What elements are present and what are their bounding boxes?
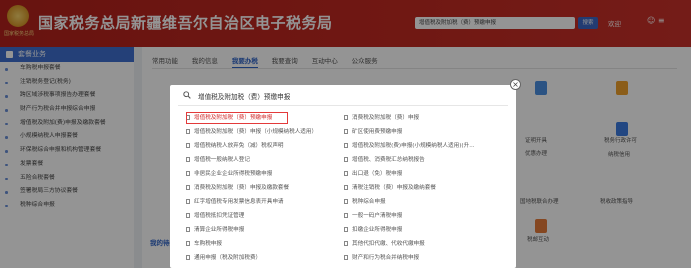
document-icon [344, 199, 348, 204]
document-icon [344, 143, 348, 148]
document-icon [344, 115, 348, 120]
result-item[interactable]: 矿区使用费预缴申报 [344, 127, 509, 138]
document-icon [344, 185, 348, 190]
result-item[interactable]: 红字增值税专用发票信息表开具申请 [186, 197, 284, 208]
result-item[interactable]: 出口退（免）税申报 [344, 169, 509, 180]
result-item[interactable]: 一般一码户清税申报 [344, 211, 509, 222]
modal-search-input[interactable]: 增值税及附加税（费）预缴申报 [198, 91, 290, 101]
result-item[interactable]: 增值税及附加税(费)申报(小规模纳税人适用)(升... [344, 141, 509, 152]
result-item[interactable]: 非居民企业企业所得税预缴申报 [186, 169, 272, 180]
document-icon [186, 129, 190, 134]
result-item[interactable]: 消费税及附加税（费）申报及缴款套餐 [186, 183, 289, 194]
search-icon [183, 91, 191, 99]
result-item[interactable]: 财产和行为税合并纳税申报 [344, 253, 509, 264]
document-icon [186, 157, 190, 162]
result-item[interactable]: 其他代扣代缴、代收代缴申报 [344, 239, 509, 250]
document-icon [344, 129, 348, 134]
document-icon [344, 213, 348, 218]
result-item[interactable]: 车购税申报 [186, 239, 222, 250]
document-icon [186, 185, 190, 190]
result-item[interactable]: 扣缴企业所得税申报 [344, 225, 509, 236]
result-item[interactable]: 清税注销税（费）申报及缴纳套餐 [344, 183, 509, 194]
document-icon [186, 213, 190, 218]
document-icon [186, 227, 190, 232]
result-item[interactable]: 增值税一般纳税人登记 [186, 155, 250, 166]
modal-search-bar[interactable]: 增值税及附加税（费）预缴申报 [178, 89, 508, 106]
close-icon[interactable]: × [510, 79, 521, 90]
result-item[interactable]: 增值税及附加税（费）申报（小规模纳税人适用） [186, 127, 317, 138]
document-icon [344, 241, 348, 246]
result-item[interactable]: 增值税抵扣凭证管理 [186, 211, 244, 222]
document-icon [186, 199, 190, 204]
result-item[interactable]: 通用申报（税及附加税费） [186, 253, 261, 264]
document-icon [186, 171, 190, 176]
document-icon [186, 241, 190, 246]
document-icon [186, 143, 190, 148]
result-item[interactable]: 消费税及附加税（费）申报 [344, 113, 509, 124]
document-icon [344, 255, 348, 260]
highlight-box [186, 112, 288, 124]
document-icon [186, 255, 190, 260]
document-icon [344, 227, 348, 232]
document-icon [344, 157, 348, 162]
result-item[interactable]: 税种综合申报 [344, 197, 509, 208]
document-icon [344, 171, 348, 176]
result-item[interactable]: 增值税纳税人放弃免（减）税权声明 [186, 141, 284, 152]
result-item[interactable]: 清算企业所得税申报 [186, 225, 244, 236]
result-item[interactable]: 增值税、消费税汇总纳税报告 [344, 155, 509, 166]
